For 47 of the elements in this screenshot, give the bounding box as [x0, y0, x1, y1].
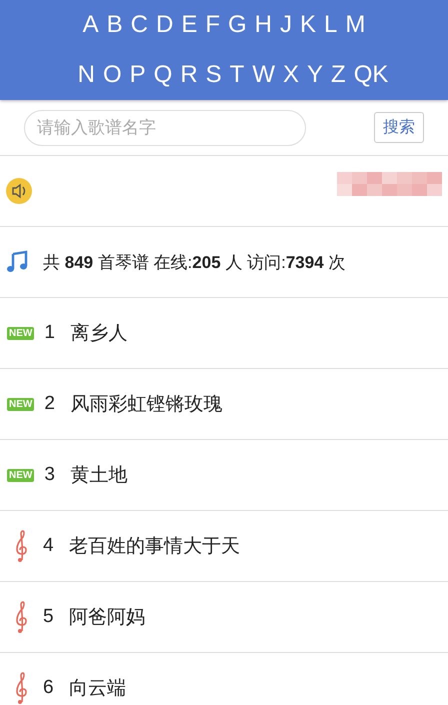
speaker-icon[interactable]: [5, 177, 33, 205]
letter-link[interactable]: D: [152, 4, 178, 46]
song-title-link[interactable]: 离乡人: [70, 320, 128, 346]
music-note-icon: [5, 250, 29, 274]
stats-text: 共 849 首琴谱 在线:205 人 访问:7394 次: [43, 252, 346, 274]
song-number: 3: [44, 464, 56, 486]
letter-link[interactable]: Y: [303, 54, 328, 96]
new-badge: NEW: [7, 398, 34, 410]
letter-link[interactable]: C: [126, 4, 152, 46]
song-title-link[interactable]: 老百姓的事情大于天: [69, 533, 240, 559]
letter-link[interactable]: M: [341, 4, 370, 46]
song-number: 6: [43, 677, 55, 699]
song-number: 1: [44, 322, 56, 344]
treble-clef-icon: [13, 529, 29, 563]
letter-link[interactable]: K: [296, 4, 320, 46]
letter-link[interactable]: B: [102, 4, 127, 46]
letter-link[interactable]: W: [248, 54, 279, 96]
letter-link[interactable]: E: [177, 4, 202, 46]
search-button[interactable]: 搜索: [374, 112, 424, 143]
letter-link[interactable]: P: [126, 54, 150, 96]
search-field[interactable]: 请输入歌谱名字: [24, 110, 306, 146]
letter-link[interactable]: N: [74, 54, 99, 96]
letter-link[interactable]: O: [98, 54, 126, 96]
letter-link[interactable]: R: [176, 54, 202, 96]
song-title-link[interactable]: 向云端: [69, 675, 126, 701]
new-badge: NEW: [7, 326, 34, 340]
letter-link[interactable]: S: [202, 54, 226, 96]
treble-clef-icon: [13, 671, 29, 705]
new-badge: NEW: [7, 468, 34, 482]
letter-link[interactable]: QK: [350, 54, 392, 96]
song-title-link[interactable]: 阿爸阿妈: [69, 604, 145, 630]
letter-link[interactable]: L: [320, 4, 342, 46]
letter-link[interactable]: Q: [150, 54, 176, 96]
song-number: 2: [44, 393, 56, 415]
letter-link[interactable]: H: [250, 4, 276, 46]
song-title-link[interactable]: 风雨彩虹铿锵玫瑰: [70, 391, 222, 417]
song-title-link[interactable]: 黄土地: [70, 462, 128, 488]
letter-link[interactable]: A: [78, 4, 103, 46]
letter-link[interactable]: G: [224, 4, 251, 46]
treble-clef-icon: [13, 600, 29, 634]
letter-link[interactable]: J: [276, 4, 296, 46]
letter-link[interactable]: X: [279, 54, 304, 96]
letter-link[interactable]: T: [226, 54, 248, 96]
song-number: 4: [43, 535, 55, 557]
song-number: 5: [43, 606, 55, 628]
letter-link[interactable]: F: [201, 4, 224, 46]
letter-link[interactable]: Z: [327, 54, 350, 96]
